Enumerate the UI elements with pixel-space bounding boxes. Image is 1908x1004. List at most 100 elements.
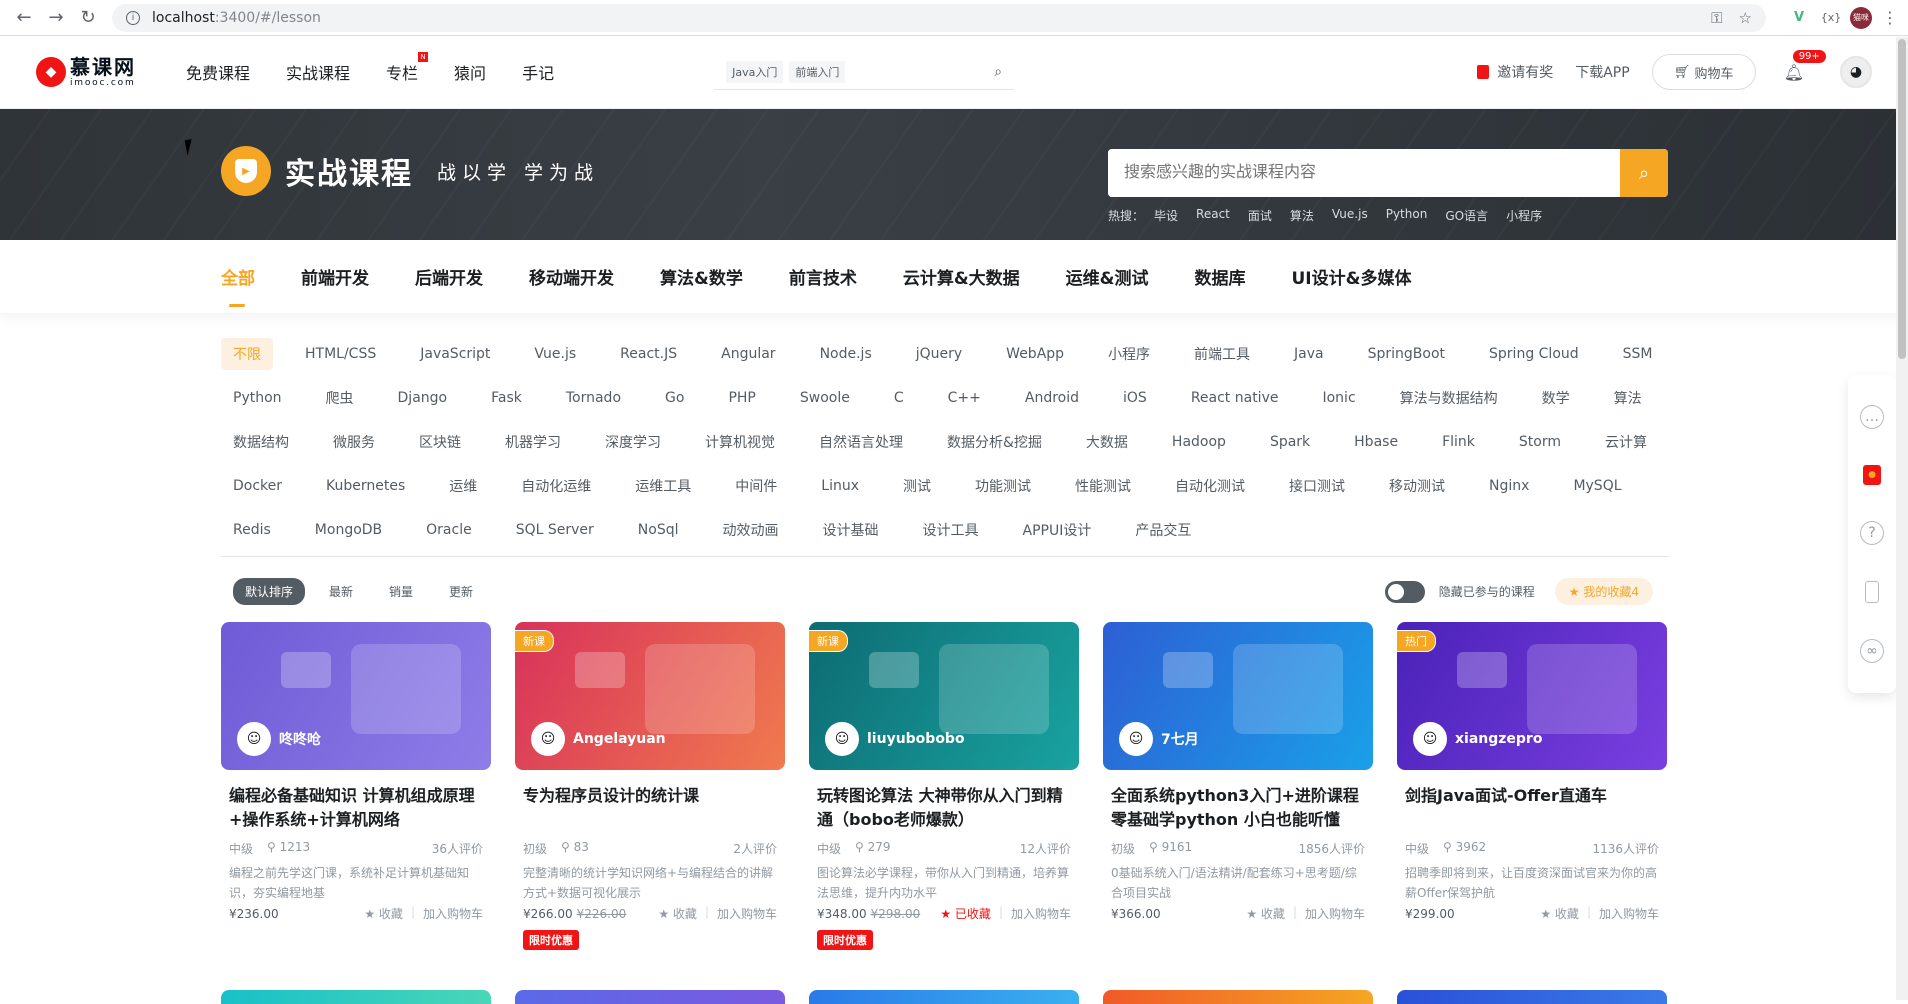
tag-filter[interactable]: React.JS: [608, 340, 689, 368]
back-icon[interactable]: ←: [10, 4, 38, 32]
course-title[interactable]: 全面系统python3入门+进阶课程 零基础学python 小白也能听懂: [1103, 784, 1373, 832]
tag-filter[interactable]: MongoDB: [303, 516, 394, 544]
tag-filter[interactable]: Java: [1282, 340, 1336, 368]
hot-search-item[interactable]: GO语言: [1445, 207, 1488, 224]
profile-avatar[interactable]: 猫咪: [1850, 6, 1872, 29]
tag-filter[interactable]: Go: [653, 384, 696, 412]
tag-filter[interactable]: 算法与数据结构: [1388, 382, 1510, 414]
tag-filter[interactable]: C++: [936, 384, 993, 412]
url-text[interactable]: localhost:3400/#/lesson: [152, 10, 1695, 26]
nav-practical-courses[interactable]: 实战课程: [286, 60, 350, 84]
hot-search-item[interactable]: 小程序: [1506, 207, 1542, 224]
star-icon[interactable]: ☆: [1739, 9, 1752, 27]
sort-newest[interactable]: 最新: [317, 578, 365, 605]
user-avatar[interactable]: ◕: [1840, 56, 1872, 88]
tag-filter[interactable]: Redis: [221, 516, 283, 544]
category-item[interactable]: 前言技术: [789, 264, 857, 289]
tag-filter[interactable]: SSM: [1611, 340, 1665, 368]
nav-column[interactable]: 专栏 N: [386, 52, 429, 84]
tag-filter[interactable]: 数据结构: [221, 426, 301, 458]
tag-filter[interactable]: 大数据: [1074, 426, 1140, 458]
category-item[interactable]: 移动端开发: [529, 264, 614, 289]
key-icon[interactable]: ⚿: [1711, 9, 1722, 27]
vue-devtools-icon[interactable]: V: [1786, 5, 1812, 31]
favorite-button[interactable]: ★ 收藏: [364, 905, 403, 922]
tag-filter[interactable]: iOS: [1111, 384, 1159, 412]
hot-search-item[interactable]: 算法: [1290, 207, 1314, 224]
tag-filter[interactable]: 机器学习: [493, 426, 573, 458]
tag-filter[interactable]: Spring Cloud: [1477, 340, 1591, 368]
tag-filter[interactable]: Swoole: [788, 384, 862, 412]
hide-joined-toggle[interactable]: [1384, 580, 1425, 603]
tag-filter[interactable]: Kubernetes: [314, 472, 417, 500]
tag-filter[interactable]: Angular: [709, 340, 787, 368]
course-cover[interactable]: 新课 ☺ Angelayuan: [515, 622, 785, 770]
tag-filter[interactable]: 动效动画: [711, 514, 791, 546]
bell-icon[interactable]: 🔔︎ 99+: [1784, 48, 1827, 82]
tag-filter[interactable]: jQuery: [904, 340, 974, 368]
tag-filter[interactable]: 自然语言处理: [807, 426, 915, 458]
course-card[interactable]: ☺ 7七月 全面系统python3入门+进阶课程 零基础学python 小白也能听懂…: [1103, 622, 1373, 972]
tag-filter[interactable]: Django: [386, 384, 460, 412]
course-card[interactable]: 新课 ☺ liuyubobobo 玩转图论算法 大神带你从入门到精通（bobo老师爆款…: [809, 622, 1079, 972]
category-item[interactable]: 运维&测试: [1066, 264, 1149, 289]
favorite-button[interactable]: ★ 已收藏: [940, 905, 991, 922]
tag-filter[interactable]: Nginx: [1477, 472, 1541, 500]
tag-filter[interactable]: 运维: [437, 470, 489, 502]
tag-filter[interactable]: HTML/CSS: [293, 340, 388, 368]
favorite-button[interactable]: ★ 收藏: [1246, 905, 1285, 922]
forward-icon[interactable]: →: [42, 4, 70, 32]
tag-filter[interactable]: 微服务: [321, 426, 387, 458]
help-icon[interactable]: ?: [1860, 521, 1884, 545]
tag-filter[interactable]: Node.js: [808, 340, 884, 368]
sort-sales[interactable]: 销量: [377, 578, 425, 605]
hot-search-item[interactable]: Python: [1386, 207, 1428, 224]
favorite-button[interactable]: ★ 收藏: [658, 905, 697, 922]
tag-filter[interactable]: 深度学习: [593, 426, 673, 458]
tag-filter[interactable]: SpringBoot: [1356, 340, 1457, 368]
tag-filter[interactable]: 性能测试: [1063, 470, 1143, 502]
tag-filter[interactable]: 设计基础: [811, 514, 891, 546]
tag-filter[interactable]: NoSql: [626, 516, 691, 544]
tag-filter[interactable]: React native: [1179, 384, 1291, 412]
tag-filter[interactable]: 不限: [221, 338, 273, 370]
add-to-cart-button[interactable]: 加入购物车: [423, 905, 483, 922]
tag-filter[interactable]: 数学: [1530, 382, 1582, 414]
tag-filter[interactable]: 运维工具: [623, 470, 703, 502]
wechat-icon[interactable]: ∞: [1860, 639, 1884, 663]
chat-icon[interactable]: …: [1860, 405, 1884, 429]
tag-filter[interactable]: 自动化测试: [1163, 470, 1257, 502]
category-item[interactable]: UI设计&多媒体: [1291, 264, 1411, 289]
tag-filter[interactable]: 云计算: [1593, 426, 1659, 458]
add-to-cart-button[interactable]: 加入购物车: [717, 905, 777, 922]
course-card[interactable]: ☺ 咚咚呛 编程必备基础知识 计算机组成原理+操作系统+计算机网络 中级 ⚲ 1213 3…: [221, 622, 491, 972]
tag-filter[interactable]: 自动化运维: [509, 470, 603, 502]
add-to-cart-button[interactable]: 加入购物车: [1011, 905, 1071, 922]
tag-filter[interactable]: Fask: [479, 384, 534, 412]
tag-filter[interactable]: Oracle: [414, 516, 484, 544]
course-search-input[interactable]: [1108, 149, 1620, 197]
course-title[interactable]: 剑指Java面试-Offer直通车: [1397, 784, 1667, 832]
tag-filter[interactable]: 数据分析&挖掘: [935, 426, 1054, 458]
tag-filter[interactable]: SQL Server: [504, 516, 606, 544]
add-to-cart-button[interactable]: 加入购物车: [1305, 905, 1365, 922]
tag-filter[interactable]: 计算机视觉: [693, 426, 787, 458]
hot-search-item[interactable]: 面试: [1248, 207, 1272, 224]
menu-dots-icon[interactable]: ⋮: [1882, 8, 1898, 27]
tag-filter[interactable]: 爬虫: [314, 382, 366, 414]
tag-filter[interactable]: 小程序: [1096, 338, 1162, 370]
nav-notes[interactable]: 手记: [522, 60, 554, 84]
tag-filter[interactable]: 接口测试: [1277, 470, 1357, 502]
tag-filter[interactable]: 中间件: [723, 470, 789, 502]
site-info-icon[interactable]: i: [126, 10, 140, 25]
tag-filter[interactable]: Ionic: [1310, 384, 1367, 412]
tag-filter[interactable]: Vue.js: [522, 340, 588, 368]
course-cover[interactable]: 新课 ☺ liuyubobobo: [809, 622, 1079, 770]
my-favorites-button[interactable]: ★ 我的收藏4: [1554, 578, 1653, 605]
download-app-link[interactable]: 下载APP: [1575, 62, 1629, 82]
tag-filter[interactable]: Hbase: [1342, 428, 1410, 456]
tag-filter[interactable]: MySQL: [1561, 472, 1633, 500]
tag-filter[interactable]: 功能测试: [963, 470, 1043, 502]
tag-filter[interactable]: Hadoop: [1160, 428, 1238, 456]
course-card[interactable]: 新课 ☺ Angelayuan 专为程序员设计的统计课 初级 ⚲ 83 2人评价 完整清晰的统…: [515, 622, 785, 972]
